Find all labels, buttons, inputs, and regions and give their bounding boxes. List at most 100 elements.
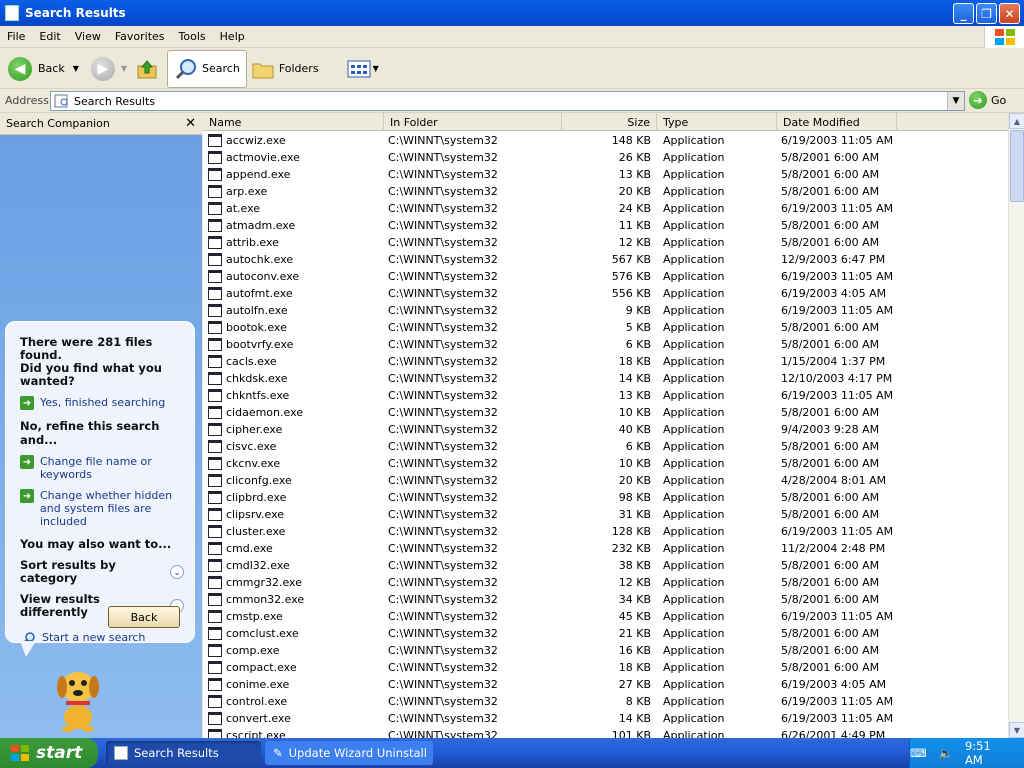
back-dropdown-icon[interactable]: ▼ [73,64,79,73]
type-cell: Application [663,270,725,283]
table-row[interactable]: cmdl32.exe C:\WINNT\system32 38 KB Applicat… [203,557,1008,574]
menu-file[interactable]: File [0,30,32,43]
table-row[interactable]: bootvrfy.exe C:\WINNT\system32 6 KB Applica… [203,336,1008,353]
table-row[interactable]: atmadm.exe C:\WINNT\system32 11 KB Applicat… [203,217,1008,234]
table-row[interactable]: cmd.exe C:\WINNT\system32 232 KB Applicatio… [203,540,1008,557]
scroll-thumb[interactable] [1010,130,1024,202]
table-row[interactable]: autolfn.exe C:\WINNT\system32 9 KB Applicat… [203,302,1008,319]
table-row[interactable]: accwiz.exe C:\WINNT\system32 148 KB Applica… [203,132,1008,149]
column-name[interactable]: Name [203,113,384,131]
table-row[interactable]: comp.exe C:\WINNT\system32 16 KB Applicatio… [203,642,1008,659]
table-row[interactable]: cipher.exe C:\WINNT\system32 40 KB Applicat… [203,421,1008,438]
menu-view[interactable]: View [68,30,108,43]
search-results-icon [54,94,68,108]
sort-results-toggle[interactable]: Sort results by category ⌄ [20,559,184,585]
file-name-cell: clipsrv.exe [203,508,384,521]
forward-button[interactable]: ▶ ▼ [87,51,131,87]
column-type[interactable]: Type [657,113,777,131]
column-date-modified[interactable]: Date Modified [777,113,897,131]
address-dropdown-button[interactable]: ▼ [947,92,964,110]
column-in-folder[interactable]: In Folder [384,113,562,131]
menu-edit[interactable]: Edit [32,30,67,43]
forward-dropdown-icon[interactable]: ▼ [121,64,127,73]
table-row[interactable]: cidaemon.exe C:\WINNT\system32 10 KB Applic… [203,404,1008,421]
task-search-results[interactable]: Search Results [106,741,261,765]
scroll-down-icon[interactable]: ▼ [1009,722,1024,738]
table-row[interactable]: conime.exe C:\WINNT\system32 27 KB Applicat… [203,676,1008,693]
table-row[interactable]: clipbrd.exe C:\WINNT\system32 98 KB Applica… [203,489,1008,506]
table-row[interactable]: ckcnv.exe C:\WINNT\system32 10 KB Applicati… [203,455,1008,472]
scroll-up-icon[interactable]: ▲ [1009,113,1024,129]
table-row[interactable]: cmmgr32.exe C:\WINNT\system32 12 KB Applica… [203,574,1008,591]
close-pane-icon[interactable]: ✕ [185,116,196,131]
size-cell: 18 KB [618,355,651,368]
table-row[interactable]: cluster.exe C:\WINNT\system32 128 KB Applic… [203,523,1008,540]
vertical-scrollbar[interactable]: ▲ ▼ [1008,113,1024,738]
size-cell: 38 KB [618,559,651,572]
table-row[interactable]: autochk.exe C:\WINNT\system32 567 KB Applic… [203,251,1008,268]
table-row[interactable]: actmovie.exe C:\WINNT\system32 26 KB Applic… [203,149,1008,166]
new-search-link[interactable]: Start a new search [20,631,184,645]
change-name-link[interactable]: ➜ Change file name or keywords [20,455,184,481]
table-row[interactable]: convert.exe C:\WINNT\system32 14 KB Applica… [203,710,1008,727]
size-cell: 12 KB [618,236,651,249]
folder-cell: C:\WINNT\system32 [388,542,498,555]
keyboard-icon[interactable]: ⌨ [910,746,927,760]
table-row[interactable]: arp.exe C:\WINNT\system32 20 KB Application… [203,183,1008,200]
table-row[interactable]: autoconv.exe C:\WINNT\system32 576 KB Appli… [203,268,1008,285]
type-cell: Application [663,219,725,232]
chevron-down-icon[interactable]: ⌄ [170,565,184,579]
table-row[interactable]: compact.exe C:\WINNT\system32 18 KB Applica… [203,659,1008,676]
task-update-wizard[interactable]: ✎ Update Wizard Uninstall [265,741,433,765]
table-row[interactable]: control.exe C:\WINNT\system32 8 KB Applicat… [203,693,1008,710]
volume-icon[interactable]: 🔈 [939,746,953,760]
address-input[interactable]: Search Results ▼ [50,91,965,111]
start-button[interactable]: start [0,738,98,768]
folders-button[interactable]: Folders [247,51,323,87]
folder-cell: C:\WINNT\system32 [388,712,498,725]
table-row[interactable]: bootok.exe C:\WINNT\system32 5 KB Applicati… [203,319,1008,336]
close-button[interactable]: ✕ [999,3,1020,24]
column-size[interactable]: Size [562,113,657,131]
companion-back-button[interactable]: Back [108,606,180,628]
maximize-button[interactable]: ❐ [976,3,997,24]
table-row[interactable]: cisvc.exe C:\WINNT\system32 6 KB Applicatio… [203,438,1008,455]
table-row[interactable]: cacls.exe C:\WINNT\system32 18 KB Applicati… [203,353,1008,370]
table-row[interactable]: clipsrv.exe C:\WINNT\system32 31 KB Applica… [203,506,1008,523]
size-cell: 101 KB [611,729,651,738]
table-row[interactable]: attrib.exe C:\WINNT\system32 12 KB Applicat… [203,234,1008,251]
back-button[interactable]: ◀ Back ▼ [4,51,83,87]
table-row[interactable]: chkdsk.exe C:\WINNT\system32 14 KB Applicat… [203,370,1008,387]
search-button[interactable]: Search [167,49,247,88]
type-cell: Application [663,253,725,266]
file-name-cell: cmmon32.exe [203,593,384,606]
table-row[interactable]: cliconfg.exe C:\WINNT\system32 20 KB Applic… [203,472,1008,489]
type-cell: Application [663,134,725,147]
table-row[interactable]: chkntfs.exe C:\WINNT\system32 13 KB Applica… [203,387,1008,404]
date-cell: 5/8/2001 6:00 AM [781,661,880,674]
table-row[interactable]: cmstp.exe C:\WINNT\system32 45 KB Applicati… [203,608,1008,625]
yes-finished-link[interactable]: ➜ Yes, finished searching [20,396,184,410]
application-icon [208,542,222,555]
table-row[interactable]: at.exe C:\WINNT\system32 24 KB Application 6… [203,200,1008,217]
table-row[interactable]: append.exe C:\WINNT\system32 13 KB Applicat… [203,166,1008,183]
file-name-cell: cidaemon.exe [203,406,384,419]
table-row[interactable]: comclust.exe C:\WINNT\system32 21 KB Applic… [203,625,1008,642]
size-cell: 148 KB [611,134,651,147]
menu-help[interactable]: Help [213,30,252,43]
change-hidden-link[interactable]: ➜ Change whether hidden and system files… [20,489,184,528]
go-button[interactable]: ➜ Go [969,91,1006,109]
folder-cell: C:\WINNT\system32 [388,593,498,606]
minimize-button[interactable]: _ [953,3,974,24]
up-folder-button[interactable] [131,51,163,87]
table-row[interactable]: cscript.exe C:\WINNT\system32 101 KB Applic… [203,727,1008,738]
type-cell: Application [663,678,725,691]
title-bar[interactable]: Search Results _ ❐ ✕ [0,0,1024,26]
views-button[interactable]: ▼ [343,51,383,87]
table-row[interactable]: cmmon32.exe C:\WINNT\system32 34 KB Applica… [203,591,1008,608]
table-row[interactable]: autofmt.exe C:\WINNT\system32 556 KB Applic… [203,285,1008,302]
file-name-cell: accwiz.exe [203,134,384,147]
menu-tools[interactable]: Tools [172,30,213,43]
menu-favorites[interactable]: Favorites [108,30,172,43]
type-cell: Application [663,372,725,385]
